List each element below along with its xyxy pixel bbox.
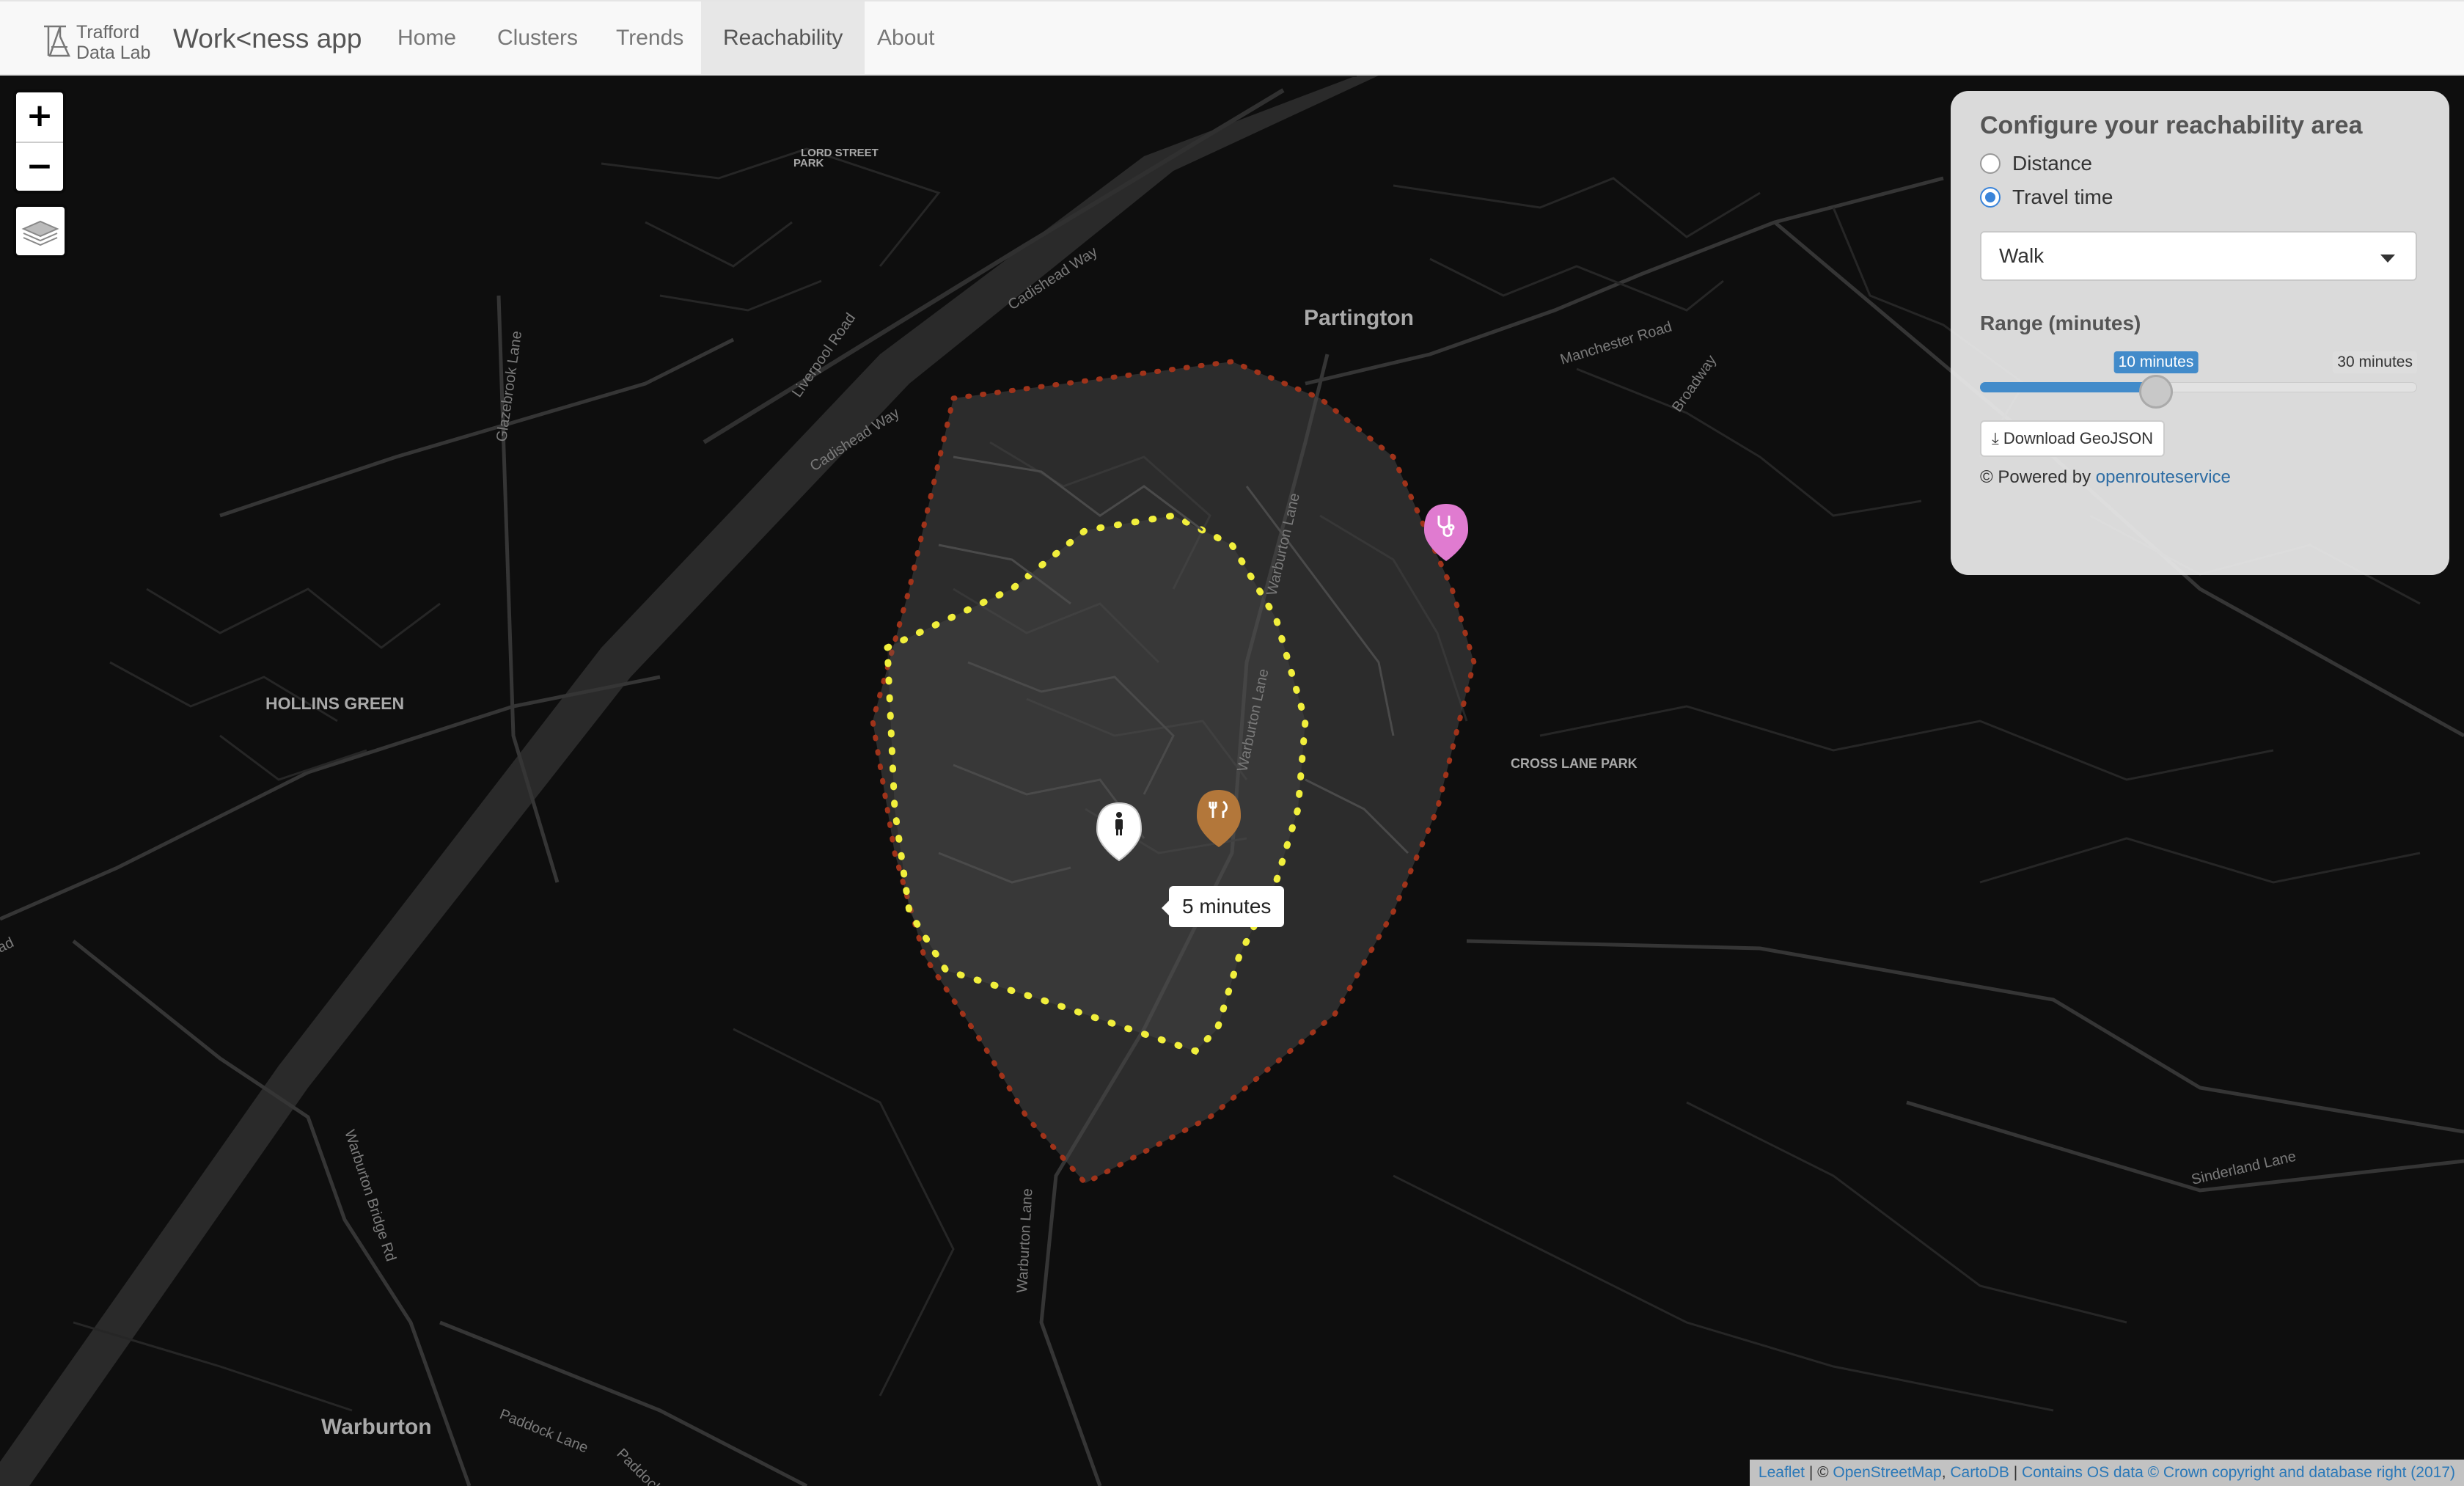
slider-fill xyxy=(1980,382,2156,392)
os-data-link[interactable]: Contains OS data © Crown copyright and d… xyxy=(2022,1464,2455,1481)
radio-distance-button[interactable] xyxy=(1980,153,2001,174)
download-geojson-label: Download GeoJSON xyxy=(2003,429,2154,447)
road-label-paddock-lane-1: Paddock Lane xyxy=(497,1406,590,1456)
radio-travel-time-button[interactable] xyxy=(1980,187,2001,208)
radio-travel-time-label: Travel time xyxy=(2012,186,2113,208)
travel-mode-select[interactable]: Walk xyxy=(1980,231,2417,281)
road-label-warburton-bridge-rd: Warburton Bridge Rd xyxy=(341,1128,399,1264)
cartodb-link[interactable]: CartoDB xyxy=(1950,1464,2009,1481)
road-label-fragment: ad xyxy=(0,934,16,956)
leaflet-link[interactable]: Leaflet xyxy=(1759,1464,1805,1481)
radio-travel-time[interactable]: Travel time xyxy=(1980,186,2420,209)
range-slider[interactable]: 10 minutes 30 minutes xyxy=(1980,351,2417,409)
nav-home[interactable]: Home xyxy=(375,1,478,74)
navbar: Trafford Data Lab Work<ness app Home Clu… xyxy=(0,0,2464,76)
logo-line-2: Data Lab xyxy=(76,43,151,63)
layers-button[interactable] xyxy=(13,204,67,258)
road-label-glazebrook-lane: Glazebrook Lane xyxy=(494,330,525,443)
road-label-broadway: Broadway xyxy=(1669,352,1720,414)
slider-max-label: 30 minutes xyxy=(2333,351,2417,373)
reachability-panel: Configure your reachability area Distanc… xyxy=(1951,91,2449,575)
nav-reachability[interactable]: Reachability xyxy=(701,1,865,74)
openrouteservice-link[interactable]: openrouteservice xyxy=(2096,467,2231,487)
label-partington: Partington xyxy=(1304,306,1414,330)
label-warburton: Warburton xyxy=(321,1415,432,1439)
logo-line-1: Trafford xyxy=(76,22,140,43)
range-label: Range (minutes) xyxy=(1980,312,2141,334)
nav-trends[interactable]: Trends xyxy=(594,1,705,74)
radio-distance[interactable]: Distance xyxy=(1980,152,2420,175)
app-title[interactable]: Work<ness app xyxy=(173,23,362,54)
logo-text[interactable]: Trafford Data Lab xyxy=(76,22,150,63)
osm-link[interactable]: OpenStreetMap xyxy=(1833,1464,1941,1481)
map-canvas[interactable]: Partington HOLLINS GREEN CROSS LANE PARK… xyxy=(0,76,2464,1486)
nav-clusters[interactable]: Clusters xyxy=(475,1,600,74)
label-lord-street-park-2: PARK xyxy=(793,157,824,169)
zoom-control: + − xyxy=(13,89,66,194)
powered-by-prefix: © Powered by xyxy=(1980,467,2091,487)
zoom-in-button[interactable]: + xyxy=(16,92,63,142)
road-label-warburton-lane-3: Warburton Lane xyxy=(1014,1188,1035,1294)
slider-handle[interactable] xyxy=(2139,375,2173,409)
download-geojson-button[interactable]: ⤓ Download GeoJSON xyxy=(1980,420,2166,457)
panel-title: Configure your reachability area xyxy=(1980,111,2363,139)
chevron-down-icon xyxy=(2380,255,2395,263)
label-cross-lane-park: CROSS LANE PARK xyxy=(1511,756,1638,771)
attribution-sep-2: | xyxy=(2009,1464,2023,1481)
slider-value-label: 10 minutes xyxy=(2113,351,2199,373)
road-label-manchester-road: Manchester Road xyxy=(1558,319,1673,368)
layers-icon xyxy=(21,220,59,246)
radio-distance-label: Distance xyxy=(2012,152,2092,175)
map-attribution: Leaflet | © OpenStreetMap, CartoDB | Con… xyxy=(1749,1460,2464,1486)
zoom-out-button[interactable]: − xyxy=(16,142,63,191)
isochrone-tooltip: 5 minutes xyxy=(1161,886,1285,927)
label-hollins-green: HOLLINS GREEN xyxy=(265,694,404,713)
attribution-sep-1: | © xyxy=(1804,1464,1833,1481)
powered-by: © Powered by openrouteservice xyxy=(1980,467,2420,488)
attribution-comma: , xyxy=(1941,1464,1951,1481)
nav-about[interactable]: About xyxy=(855,1,956,74)
travel-mode-value: Walk xyxy=(1999,244,2045,267)
road-label-paddock-lane-2: Paddock Lane xyxy=(613,1446,691,1486)
download-icon: ⤓ xyxy=(1992,430,1999,448)
